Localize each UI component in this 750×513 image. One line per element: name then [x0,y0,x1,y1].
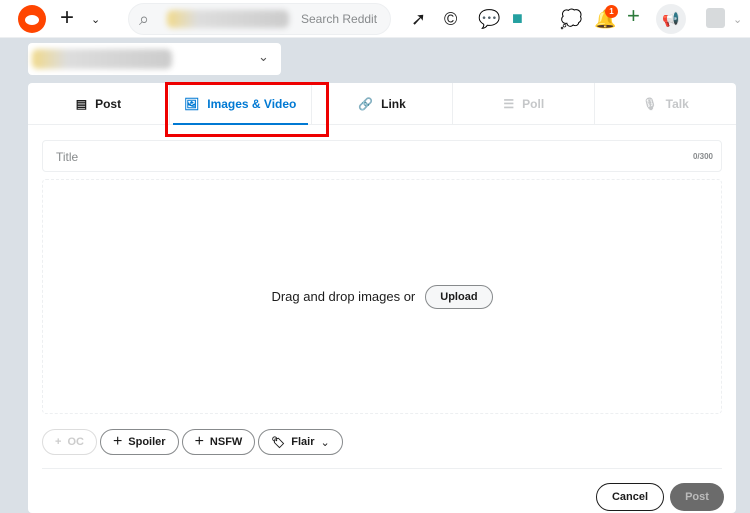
chat-icon[interactable]: 💭 [560,9,582,29]
link-icon: 🔗 [358,96,374,111]
dropzone-text: Drag and drop images or [271,289,416,304]
create-post-card: ▤ Post 🖼 Images & Video 🔗 Link ☰ Poll 🎙 Talk … [28,83,736,513]
divider [42,468,722,469]
user-avatar[interactable] [706,8,725,28]
community-name [32,49,172,69]
media-dropzone[interactable]: Drag and drop images or Upload [42,179,722,414]
search-bar[interactable]: ⌕ Search Reddit [128,3,391,35]
search-icon: ⌕ [139,9,150,29]
create-post-icon[interactable]: + [627,5,640,27]
title-char-count: 0/300 [692,152,713,161]
reddit-logo[interactable] [18,5,46,33]
tab-poll[interactable]: ☰ Poll [453,83,596,124]
plus-icon: + [112,433,123,450]
top-header: + ⌄ ⌕ Search Reddit ➚ © 💬 ■ 💭 🔔 1 + 📢 ⌄ [0,0,750,38]
plus-icon: + [194,433,204,450]
tab-link[interactable]: 🔗 Link [312,83,454,124]
community-filter-chip[interactable] [167,10,289,28]
document-icon: ▤ [75,96,88,111]
plus-icon: + [55,436,62,448]
chevron-down-icon[interactable]: ⌄ [91,10,100,30]
community-selector[interactable]: ⌄ [28,43,281,75]
spoiler-button[interactable]: + Spoiler [99,429,179,455]
advertise-icon[interactable]: 📢 [656,4,686,34]
popular-icon[interactable]: ➚ [411,9,426,29]
tab-post[interactable]: ▤ Post [28,83,170,124]
notification-badge: 1 [605,5,618,18]
tag-icon: 🏷 [271,436,286,449]
plus-icon[interactable]: + [60,6,74,30]
tab-talk[interactable]: 🎙 Talk [595,83,736,124]
upload-button[interactable]: Upload [425,284,493,309]
poll-icon: ☰ [503,96,515,111]
search-input[interactable]: Search Reddit [301,12,377,26]
title-input[interactable]: Title 0/300 [42,140,722,172]
user-menu-chevron-icon[interactable]: ⌄ [733,10,742,30]
avatar-shop-icon[interactable]: ■ [512,8,523,28]
oc-button[interactable]: + OC [42,429,97,455]
coins-icon[interactable]: © [444,9,457,29]
highlight-box [165,82,329,137]
post-tags: + OC + Spoiler + NSFW 🏷 Flair ⌄ [42,429,343,455]
talk-icon[interactable]: 💬 [478,9,500,29]
nsfw-button[interactable]: + NSFW [181,429,256,455]
chevron-down-icon: ⌄ [258,49,269,64]
chevron-down-icon: ⌄ [320,436,330,449]
mic-icon: 🎙 [642,96,658,111]
post-type-tabs: ▤ Post 🖼 Images & Video 🔗 Link ☰ Poll 🎙 Talk [28,83,736,125]
flair-button[interactable]: 🏷 Flair ⌄ [258,429,343,455]
